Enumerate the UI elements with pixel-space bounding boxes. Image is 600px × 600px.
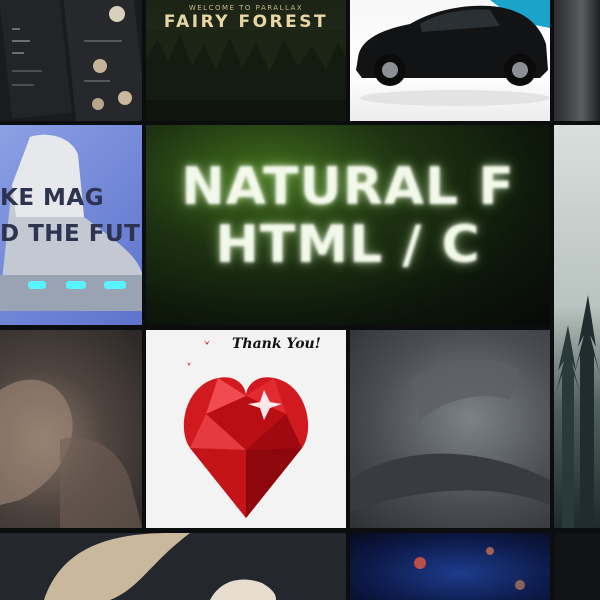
airplane-silhouette: [350, 359, 550, 512]
tile-thank-you-heart[interactable]: Thank You!: [146, 330, 346, 528]
tile-sneaker[interactable]: KE MAG D THE FUTU: [0, 125, 142, 325]
fairy-forest-kicker: WELCOME TO PARALLAX: [188, 4, 304, 12]
car-icon: [356, 0, 550, 106]
tile-car[interactable]: [350, 0, 550, 121]
natural-headline-line2: HTML / C: [215, 215, 481, 275]
tile-blue-bokeh[interactable]: [350, 533, 550, 600]
hands-silhouette: [0, 379, 142, 528]
tile-fairy-forest[interactable]: WELCOME TO PARALLAX FAIRY FOREST: [146, 0, 346, 121]
tile-misty-forest[interactable]: [554, 125, 600, 528]
sneaker-headline-line2: D THE FUTU: [0, 221, 142, 247]
tile-airplane[interactable]: [350, 330, 550, 528]
abstract-shapes: [44, 533, 276, 600]
thank-you-caption: Thank You!: [232, 336, 321, 352]
tile-gray-strip[interactable]: [554, 0, 600, 121]
bokeh-lights: [414, 547, 525, 590]
tile-dark-abstract[interactable]: [0, 533, 346, 600]
tile-hands-photo[interactable]: [0, 330, 142, 528]
fairy-forest-title: FAIRY FOREST: [163, 12, 329, 32]
dark-ui-preview: [0, 0, 142, 121]
sneaker-headline-line1: KE MAG: [0, 185, 105, 211]
tile-natural-featured[interactable]: NATURAL F HTML / C: [146, 125, 550, 325]
pine-trees: [556, 295, 600, 528]
tile-dark-ui-template[interactable]: [0, 0, 142, 121]
natural-headline-line1: NATURAL F: [181, 157, 515, 217]
tile-dark-corner[interactable]: [554, 533, 600, 600]
heart-icon: [183, 340, 309, 518]
